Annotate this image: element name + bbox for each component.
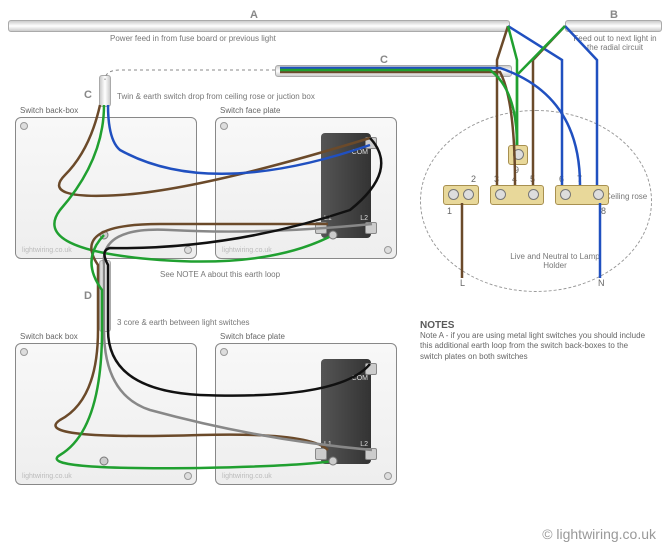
terminal-l1-label-2: L1 — [324, 441, 332, 448]
switch1-mechanism: COM L1 L2 — [321, 133, 371, 238]
ceiling-rose-label: Ceiling rose — [605, 192, 647, 201]
watermark-1: lightwiring.co.uk — [22, 247, 72, 254]
terminal-l1-label: L1 — [324, 215, 332, 222]
rose-num-2: 2 — [471, 174, 476, 184]
copyright: © lightwiring.co.uk — [542, 526, 656, 542]
switch1-face-plate: Switch face plate COM L1 L2 lightwiring.… — [215, 117, 397, 259]
rose-term-9 — [508, 145, 528, 165]
notes-heading: NOTES — [420, 320, 650, 331]
switch2-face-label: Switch bface plate — [220, 332, 285, 341]
cable-b — [565, 20, 662, 32]
rose-L: L — [460, 278, 465, 288]
lamp-holder-label: Live and Neutral to Lamp Holder — [510, 252, 600, 270]
switch1-face-label: Switch face plate — [220, 106, 280, 115]
cable-a-label: Power feed in from fuse board or previou… — [110, 34, 276, 43]
terminal-l2 — [365, 222, 377, 234]
terminal-com-label: COM — [352, 149, 368, 156]
cable-b-label: Feed out to next light in the radial cir… — [570, 34, 660, 52]
rose-num-6: 6 — [559, 174, 564, 184]
cable-b-letter: B — [610, 9, 618, 21]
terminal-l2-label-2: L2 — [360, 441, 368, 448]
cable-c-v — [99, 75, 111, 107]
note-a-text: Note A - if you are using metal light sw… — [420, 331, 650, 362]
switch1-back-box: Switch back-box lightwiring.co.uk — [15, 117, 197, 259]
terminal-l2-2 — [365, 448, 377, 460]
cable-a-letter: A — [250, 9, 258, 21]
terminal-l1-2 — [315, 448, 327, 460]
rose-term-3-5 — [490, 185, 544, 205]
cable-c-h — [275, 65, 512, 77]
rose-term-6-8 — [555, 185, 609, 205]
switch2-mechanism: COM L1 L2 — [321, 359, 371, 464]
cable-c-letter: C — [380, 54, 388, 66]
switch2-back-box: Switch back box lightwiring.co.uk — [15, 343, 197, 485]
cable-d-label: 3 core & earth between light switches — [117, 318, 250, 327]
rose-num-8: 8 — [601, 206, 606, 216]
note-earth-loop: See NOTE A about this earth loop — [160, 270, 280, 279]
watermark-4: lightwiring.co.uk — [222, 473, 272, 480]
rose-num-4: 4 — [512, 174, 517, 184]
cable-c-letter2: C — [84, 89, 92, 101]
rose-num-5: 5 — [530, 174, 535, 184]
cable-d — [99, 260, 111, 332]
rose-num-1: 1 — [447, 206, 452, 216]
terminal-com-label-2: COM — [352, 375, 368, 382]
terminal-l2-label: L2 — [360, 215, 368, 222]
rose-num-3: 3 — [494, 174, 499, 184]
cable-c-label: Twin & earth switch drop from ceiling ro… — [117, 92, 315, 101]
terminal-com-2 — [365, 363, 377, 375]
switch2-face-plate: Switch bface plate COM L1 L2 lightwiring… — [215, 343, 397, 485]
rose-num-7: 7 — [577, 174, 582, 184]
rose-N: N — [598, 278, 605, 288]
watermark-3: lightwiring.co.uk — [22, 473, 72, 480]
watermark-2: lightwiring.co.uk — [222, 247, 272, 254]
switch1-back-label: Switch back-box — [20, 106, 78, 115]
switch2-back-label: Switch back box — [20, 332, 78, 341]
cable-a — [8, 20, 510, 32]
terminal-com — [365, 137, 377, 149]
notes-block: NOTES Note A - if you are using metal li… — [420, 320, 650, 362]
rose-term-1-2 — [443, 185, 479, 205]
cable-d-letter: D — [84, 290, 92, 302]
terminal-l1 — [315, 222, 327, 234]
